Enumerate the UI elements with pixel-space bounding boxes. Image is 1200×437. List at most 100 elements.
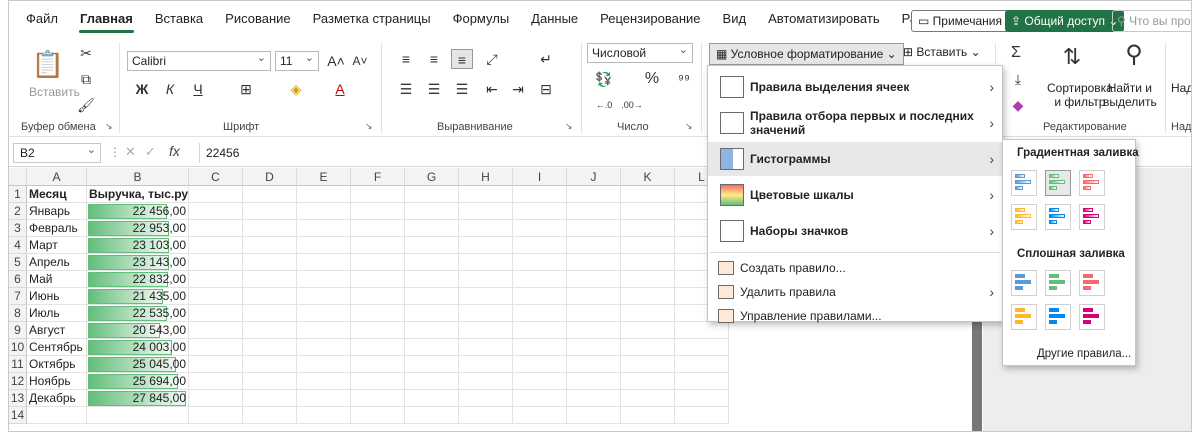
empty-cell[interactable] bbox=[567, 203, 621, 220]
empty-cell[interactable] bbox=[675, 390, 729, 407]
empty-cell[interactable] bbox=[243, 271, 297, 288]
column-header[interactable]: E bbox=[297, 168, 351, 186]
find-select-button[interactable]: Найти и выделить bbox=[1103, 81, 1157, 109]
menu-small-item-3[interactable]: Управление правилами... bbox=[708, 304, 1002, 328]
solid-swatch-2[interactable] bbox=[1045, 270, 1071, 296]
empty-cell[interactable] bbox=[189, 373, 243, 390]
empty-cell[interactable] bbox=[189, 322, 243, 339]
cell-a[interactable]: Сентябрь bbox=[27, 339, 87, 356]
row-header[interactable]: 4 bbox=[9, 237, 27, 254]
empty-cell[interactable] bbox=[513, 220, 567, 237]
cell-a[interactable]: Март bbox=[27, 237, 87, 254]
empty-cell[interactable] bbox=[621, 373, 675, 390]
empty-cell[interactable] bbox=[675, 407, 729, 424]
cell-b[interactable]: 22 456,00 bbox=[87, 203, 189, 220]
empty-cell[interactable] bbox=[621, 186, 675, 203]
empty-cell[interactable] bbox=[567, 373, 621, 390]
tab-4[interactable]: Рисование bbox=[214, 1, 301, 37]
empty-cell[interactable] bbox=[621, 254, 675, 271]
insert-cells-button[interactable]: ⊞ Вставить ⌄ bbox=[903, 45, 981, 59]
empty-cell[interactable] bbox=[351, 339, 405, 356]
orientation-icon[interactable]: ⤢ bbox=[481, 49, 503, 69]
gradient-swatch-5[interactable] bbox=[1045, 204, 1071, 230]
empty-cell[interactable] bbox=[243, 220, 297, 237]
copy-icon[interactable]: ⧉ bbox=[75, 69, 97, 89]
increase-decimal-icon[interactable]: ←.0 bbox=[593, 95, 615, 115]
empty-cell[interactable] bbox=[243, 390, 297, 407]
empty-cell[interactable] bbox=[243, 288, 297, 305]
cell-b[interactable]: 20 543,00 bbox=[87, 322, 189, 339]
indent-decrease-icon[interactable]: ⇤ bbox=[481, 79, 503, 99]
gradient-swatch-4[interactable] bbox=[1011, 204, 1037, 230]
empty-cell[interactable] bbox=[621, 305, 675, 322]
align-left-icon[interactable]: ☰ bbox=[395, 79, 417, 99]
grow-font-icon[interactable]: A˄ bbox=[325, 51, 347, 71]
empty-cell[interactable] bbox=[621, 271, 675, 288]
font-name-select[interactable]: Calibri bbox=[127, 49, 271, 71]
dialog-launcher-icon[interactable]: ↘ bbox=[105, 121, 113, 132]
empty-cell[interactable] bbox=[297, 237, 351, 254]
empty-cell[interactable] bbox=[297, 186, 351, 203]
empty-cell[interactable] bbox=[513, 254, 567, 271]
empty-cell[interactable] bbox=[297, 220, 351, 237]
empty-cell[interactable] bbox=[513, 203, 567, 220]
tab-5[interactable]: Разметка страницы bbox=[302, 1, 442, 37]
empty-cell[interactable] bbox=[243, 339, 297, 356]
cell-b[interactable]: 22 535,00 bbox=[87, 305, 189, 322]
cell-b[interactable]: 25 694,00 bbox=[87, 373, 189, 390]
align-right-icon[interactable]: ☰ bbox=[451, 79, 473, 99]
empty-cell[interactable] bbox=[459, 203, 513, 220]
row-header[interactable]: 14 bbox=[9, 407, 27, 424]
formula-input[interactable]: 22456 bbox=[199, 143, 699, 163]
row-header[interactable]: 1 bbox=[9, 186, 27, 203]
cell-a[interactable]: Октябрь bbox=[27, 356, 87, 373]
empty-cell[interactable] bbox=[243, 305, 297, 322]
empty-cell[interactable] bbox=[459, 186, 513, 203]
bold-button[interactable]: Ж bbox=[131, 79, 153, 99]
empty-cell[interactable] bbox=[567, 407, 621, 424]
underline-button[interactable]: Ч bbox=[187, 79, 209, 99]
italic-button[interactable]: К bbox=[159, 79, 181, 99]
align-middle-icon[interactable]: ≡ bbox=[423, 49, 445, 69]
empty-cell[interactable] bbox=[405, 203, 459, 220]
row-header[interactable]: 11 bbox=[9, 356, 27, 373]
dialog-launcher-icon[interactable]: ↘ bbox=[365, 121, 373, 132]
row-header[interactable]: 13 bbox=[9, 390, 27, 407]
solid-swatch-5[interactable] bbox=[1045, 304, 1071, 330]
empty-cell[interactable] bbox=[621, 407, 675, 424]
cell-a[interactable] bbox=[27, 407, 87, 424]
empty-cell[interactable] bbox=[405, 305, 459, 322]
cell-b[interactable]: 27 845,00 bbox=[87, 390, 189, 407]
empty-cell[interactable] bbox=[351, 288, 405, 305]
menu-item-1[interactable]: Правила выделения ячеек › bbox=[708, 70, 1002, 104]
addins-button[interactable]: Надстр bbox=[1171, 81, 1191, 95]
cell-b[interactable]: 22 953,00 bbox=[87, 220, 189, 237]
empty-cell[interactable] bbox=[513, 390, 567, 407]
column-header[interactable]: A bbox=[27, 168, 87, 186]
empty-cell[interactable] bbox=[567, 186, 621, 203]
gradient-swatch-3[interactable] bbox=[1079, 170, 1105, 196]
cell-a[interactable]: Май bbox=[27, 271, 87, 288]
font-color-icon[interactable]: A bbox=[329, 79, 351, 99]
empty-cell[interactable] bbox=[459, 407, 513, 424]
tab-9[interactable]: Вид bbox=[712, 1, 758, 37]
cell-b[interactable]: 23 103,00 bbox=[87, 237, 189, 254]
gradient-swatch-6[interactable] bbox=[1079, 204, 1105, 230]
column-header[interactable]: K bbox=[621, 168, 675, 186]
tab-7[interactable]: Данные bbox=[520, 1, 589, 37]
more-rules-link[interactable]: Другие правила... bbox=[1037, 348, 1131, 360]
borders-icon[interactable]: ⊞ bbox=[235, 79, 257, 99]
empty-cell[interactable] bbox=[297, 373, 351, 390]
currency-icon[interactable]: 💱 bbox=[593, 69, 615, 89]
empty-cell[interactable] bbox=[351, 186, 405, 203]
shrink-font-icon[interactable]: A˅ bbox=[349, 51, 371, 71]
empty-cell[interactable] bbox=[243, 373, 297, 390]
empty-cell[interactable] bbox=[243, 407, 297, 424]
column-header[interactable]: D bbox=[243, 168, 297, 186]
empty-cell[interactable] bbox=[513, 339, 567, 356]
empty-cell[interactable] bbox=[297, 288, 351, 305]
column-header[interactable]: C bbox=[189, 168, 243, 186]
column-header[interactable]: I bbox=[513, 168, 567, 186]
cell-b[interactable]: 23 143,00 bbox=[87, 254, 189, 271]
conditional-formatting-button[interactable]: ▦ Условное форматирование ⌄ bbox=[709, 43, 904, 65]
